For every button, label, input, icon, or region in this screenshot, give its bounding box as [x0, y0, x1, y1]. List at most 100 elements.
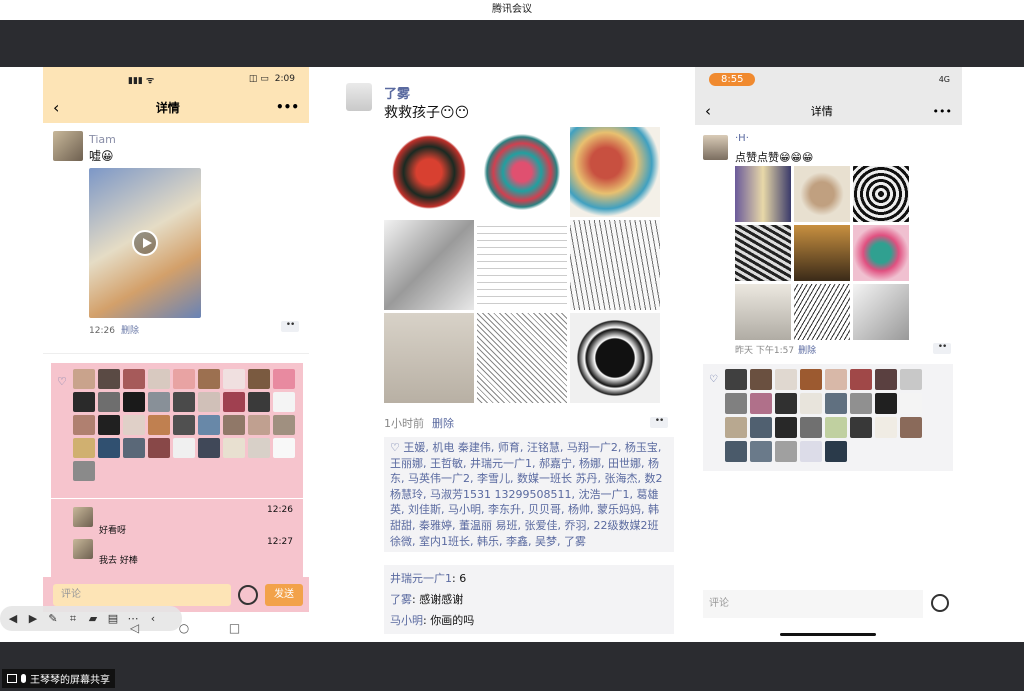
post-image[interactable]	[570, 220, 660, 310]
comment-author[interactable]: 了雾	[390, 593, 412, 606]
liker-avatar[interactable]	[850, 393, 872, 414]
comment-input[interactable]: 评论	[53, 584, 231, 606]
liker-avatar[interactable]	[725, 441, 747, 462]
prev-icon[interactable]: ◀	[5, 611, 21, 627]
liker-avatar[interactable]	[825, 369, 847, 390]
comment-author[interactable]: 马小明	[390, 614, 423, 627]
avatar[interactable]	[346, 83, 372, 111]
next-icon[interactable]: ▶	[25, 611, 41, 627]
post-author[interactable]: 了雾	[384, 83, 410, 102]
liker-avatar[interactable]	[800, 417, 822, 438]
post-image[interactable]	[477, 220, 567, 310]
liker-avatar[interactable]	[825, 417, 847, 438]
liker-avatar[interactable]	[223, 392, 245, 412]
liker-avatar[interactable]	[825, 441, 847, 462]
post-video[interactable]	[89, 168, 201, 318]
liker-avatar[interactable]	[725, 417, 747, 438]
liker-avatar[interactable]	[148, 392, 170, 412]
liker-avatar[interactable]	[273, 369, 295, 389]
post-image[interactable]	[477, 313, 567, 403]
liker-avatar[interactable]	[248, 415, 270, 435]
video-icon[interactable]: ▰	[85, 611, 101, 627]
liker-avatar[interactable]	[98, 415, 120, 435]
play-icon[interactable]	[132, 230, 158, 256]
liker-avatar[interactable]	[173, 415, 195, 435]
comment-item[interactable]: 马小明: 你画的吗	[390, 610, 668, 631]
home-nav-icon[interactable]: ○	[179, 621, 189, 635]
comment-avatar[interactable]	[73, 539, 93, 559]
pen-icon[interactable]: ✎	[45, 611, 61, 627]
screenshot-icon[interactable]: ⌗	[65, 611, 81, 627]
liker-avatar[interactable]	[775, 417, 797, 438]
post-image[interactable]	[570, 313, 660, 403]
liker-avatar[interactable]	[775, 369, 797, 390]
liker-avatar[interactable]	[123, 369, 145, 389]
liker-avatar[interactable]	[198, 415, 220, 435]
more-button[interactable]: ••	[933, 343, 951, 354]
liker-avatar[interactable]	[123, 392, 145, 412]
liker-avatar[interactable]	[73, 369, 95, 389]
liker-avatar[interactable]	[750, 369, 772, 390]
liker-avatar[interactable]	[173, 392, 195, 412]
post-image[interactable]	[853, 225, 909, 281]
post-image[interactable]	[570, 127, 660, 217]
post-image[interactable]	[477, 127, 567, 217]
liker-avatar[interactable]	[900, 417, 922, 438]
liker-avatar[interactable]	[173, 369, 195, 389]
back-icon[interactable]: ‹	[705, 102, 711, 120]
liker-avatar[interactable]	[750, 417, 772, 438]
liker-avatar[interactable]	[123, 438, 145, 458]
liker-avatar[interactable]	[73, 392, 95, 412]
post-image[interactable]	[794, 284, 850, 340]
liker-avatar[interactable]	[875, 393, 897, 414]
liker-avatar[interactable]	[273, 392, 295, 412]
liker-avatar[interactable]	[223, 438, 245, 458]
liker-avatar[interactable]	[850, 369, 872, 390]
liker-avatar[interactable]	[98, 392, 120, 412]
liker-avatar[interactable]	[173, 438, 195, 458]
avatar[interactable]	[703, 135, 728, 160]
liker-avatar[interactable]	[900, 369, 922, 390]
comment-author[interactable]: 井瑞元一广1	[390, 572, 452, 585]
post-author[interactable]: ·H·	[735, 133, 749, 144]
liker-avatar[interactable]	[148, 369, 170, 389]
liker-avatar[interactable]	[800, 441, 822, 462]
back-nav-icon[interactable]: ◁	[130, 621, 139, 635]
post-image[interactable]	[735, 284, 791, 340]
liker-avatar[interactable]	[73, 415, 95, 435]
liker-avatar[interactable]	[850, 417, 872, 438]
liker-avatar[interactable]	[875, 369, 897, 390]
liker-avatar[interactable]	[223, 415, 245, 435]
post-image[interactable]	[735, 166, 791, 222]
more-icon[interactable]: •••	[276, 100, 299, 114]
liker-avatar[interactable]	[750, 441, 772, 462]
more-button[interactable]: ••	[281, 321, 299, 332]
liker-avatar[interactable]	[273, 415, 295, 435]
liker-avatar[interactable]	[73, 461, 95, 481]
post-author[interactable]: Tiam	[89, 133, 116, 146]
liker-avatar[interactable]	[800, 369, 822, 390]
post-image[interactable]	[853, 166, 909, 222]
comment-item[interactable]: 了雾: 感谢感谢	[390, 589, 668, 610]
liker-avatar[interactable]	[900, 393, 922, 414]
liker-avatar[interactable]	[725, 369, 747, 390]
liker-avatar[interactable]	[875, 417, 897, 438]
liker-avatar[interactable]	[248, 369, 270, 389]
liker-avatar[interactable]	[750, 393, 772, 414]
liker-avatar[interactable]	[775, 441, 797, 462]
liker-avatar[interactable]	[273, 438, 295, 458]
post-image[interactable]	[794, 225, 850, 281]
post-image[interactable]	[853, 284, 909, 340]
post-image[interactable]	[384, 313, 474, 403]
post-image[interactable]	[384, 127, 474, 217]
liker-avatar[interactable]	[148, 438, 170, 458]
emoji-icon[interactable]	[931, 594, 949, 612]
recent-nav-icon[interactable]: □	[229, 621, 240, 635]
send-button[interactable]: 发送	[265, 584, 303, 606]
liker-avatar[interactable]	[198, 369, 220, 389]
liker-avatar[interactable]	[198, 438, 220, 458]
liker-avatar[interactable]	[73, 438, 95, 458]
liker-avatar[interactable]	[148, 415, 170, 435]
liker-avatar[interactable]	[98, 438, 120, 458]
liker-avatar[interactable]	[123, 415, 145, 435]
